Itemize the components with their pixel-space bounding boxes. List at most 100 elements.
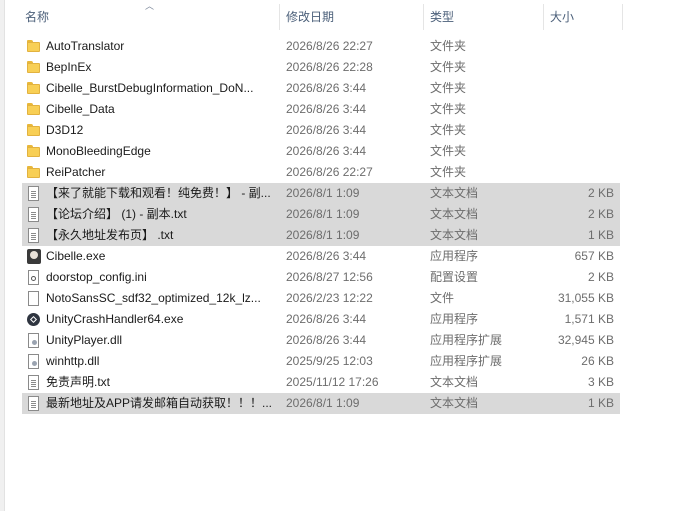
file-row[interactable]: 免责声明.txt 2025/11/12 17:26 文本文档 3 KB <box>22 372 620 393</box>
file-name: AutoTranslator <box>46 39 125 53</box>
column-divider[interactable] <box>543 4 544 30</box>
file-type: 应用程序扩展 <box>430 333 503 347</box>
column-header-size[interactable]: 大小 <box>550 0 615 34</box>
file-type: 文件夹 <box>430 123 467 137</box>
file-row[interactable]: NotoSansSC_sdf32_optimized_12k_lz... 2026… <box>22 288 620 309</box>
file-modified-date: 2026/8/26 3:44 <box>286 312 367 326</box>
file-name: Cibelle.exe <box>46 249 106 263</box>
text-file-icon <box>28 396 39 411</box>
file-type: 文本文档 <box>430 186 479 200</box>
file-modified-date: 2026/8/1 1:09 <box>286 207 360 221</box>
file-name: Cibelle_BurstDebugInformation_DoN... <box>46 81 254 95</box>
file-name: UnityCrashHandler64.exe <box>46 312 184 326</box>
file-row[interactable]: AutoTranslator 2026/8/26 22:27 文件夹 <box>22 36 620 57</box>
file-row[interactable]: 【论坛介绍】 (1) - 副本.txt 2026/8/1 1:09 文本文档 2 KB <box>22 204 620 225</box>
file-row[interactable]: UnityPlayer.dll 2026/8/26 3:44 应用程序扩展 32,94… <box>22 330 620 351</box>
unity-icon <box>27 313 40 326</box>
folder-icon <box>27 123 41 138</box>
file-type: 文本文档 <box>430 396 479 410</box>
file-modified-date: 2026/8/1 1:09 <box>286 396 360 410</box>
column-divider[interactable] <box>622 4 623 30</box>
file-type: 配置设置 <box>430 270 479 284</box>
file-modified-date: 2026/8/26 22:27 <box>286 39 373 53</box>
file-modified-date: 2025/9/25 12:03 <box>286 354 373 368</box>
file-type: 文件夹 <box>430 81 467 95</box>
file-name: 【来了就能下载和观看！纯免费！】 - 副... <box>46 186 271 200</box>
file-type: 文件 <box>430 291 455 305</box>
column-divider[interactable] <box>423 4 424 30</box>
file-name: MonoBleedingEdge <box>46 144 151 158</box>
file-modified-date: 2026/8/26 22:28 <box>286 60 373 74</box>
file-size: 657 KB <box>574 249 614 263</box>
file-row[interactable]: Cibelle_Data 2026/8/26 3:44 文件夹 <box>22 99 620 120</box>
folder-icon <box>27 144 41 159</box>
file-name: 【论坛介绍】 (1) - 副本.txt <box>46 207 187 221</box>
file-name: ReiPatcher <box>46 165 106 179</box>
file-type: 文件夹 <box>430 39 467 53</box>
file-name: BepInEx <box>46 60 92 74</box>
file-name: winhttp.dll <box>46 354 100 368</box>
file-name: 免责声明.txt <box>46 375 111 389</box>
file-size: 2 KB <box>587 207 614 221</box>
file-modified-date: 2026/8/26 3:44 <box>286 81 367 95</box>
file-row[interactable]: UnityCrashHandler64.exe 2026/8/26 3:44 应用程… <box>22 309 620 330</box>
file-modified-date: 2026/8/26 3:44 <box>286 333 367 347</box>
file-name: doorstop_config.ini <box>46 270 147 284</box>
text-file-icon <box>28 207 39 222</box>
file-modified-date: 2026/8/26 3:44 <box>286 249 367 263</box>
file-row[interactable]: MonoBleedingEdge 2026/8/26 3:44 文件夹 <box>22 141 620 162</box>
file-size: 32,945 KB <box>557 333 614 347</box>
file-size: 1 KB <box>587 396 614 410</box>
file-type: 文本文档 <box>430 375 479 389</box>
dll-icon <box>28 354 39 369</box>
file-type: 应用程序扩展 <box>430 354 503 368</box>
dll-icon <box>28 333 39 348</box>
file-row[interactable]: doorstop_config.ini 2026/8/27 12:56 配置设置 2 … <box>22 267 620 288</box>
file-type: 文本文档 <box>430 207 479 221</box>
file-modified-date: 2026/8/26 3:44 <box>286 144 367 158</box>
file-modified-date: 2026/2/23 12:22 <box>286 291 373 305</box>
text-file-icon <box>28 375 39 390</box>
file-modified-date: 2026/8/26 3:44 <box>286 123 367 137</box>
file-size: 1 KB <box>587 228 614 242</box>
file-type: 文件夹 <box>430 144 467 158</box>
file-type: 文件夹 <box>430 60 467 74</box>
file-row[interactable]: BepInEx 2026/8/26 22:28 文件夹 <box>22 57 620 78</box>
file-name: NotoSansSC_sdf32_optimized_12k_lz... <box>46 291 261 305</box>
file-size: 31,055 KB <box>557 291 614 305</box>
column-header-bar: ︿ 名称 修改日期 类型 大小 <box>0 0 695 34</box>
file-row[interactable]: Cibelle.exe 2026/8/26 3:44 应用程序 657 KB <box>22 246 620 267</box>
column-header-date[interactable]: 修改日期 <box>286 0 416 34</box>
file-modified-date: 2026/8/1 1:09 <box>286 186 360 200</box>
file-modified-date: 2026/8/26 22:27 <box>286 165 373 179</box>
file-row[interactable]: ReiPatcher 2026/8/26 22:27 文件夹 <box>22 162 620 183</box>
file-row[interactable]: Cibelle_BurstDebugInformation_DoN... 2026… <box>22 78 620 99</box>
file-size: 1,571 KB <box>564 312 614 326</box>
file-type: 文件夹 <box>430 102 467 116</box>
file-row[interactable]: winhttp.dll 2025/9/25 12:03 应用程序扩展 26 KB <box>22 351 620 372</box>
column-header-type[interactable]: 类型 <box>430 0 535 34</box>
file-row[interactable]: D3D12 2026/8/26 3:44 文件夹 <box>22 120 620 141</box>
file-type: 文件夹 <box>430 165 467 179</box>
file-modified-date: 2026/8/1 1:09 <box>286 228 360 242</box>
text-file-icon <box>28 186 39 201</box>
file-type: 文本文档 <box>430 228 479 242</box>
file-size: 2 KB <box>587 270 614 284</box>
file-name: UnityPlayer.dll <box>46 333 123 347</box>
column-header-name[interactable]: 名称 <box>25 0 275 34</box>
file-name: Cibelle_Data <box>46 102 115 116</box>
column-divider[interactable] <box>279 4 280 30</box>
folder-icon <box>27 81 41 96</box>
left-pane-edge <box>0 0 5 511</box>
file-name: D3D12 <box>46 123 84 137</box>
file-row[interactable]: 【永久地址发布页】 .txt 2026/8/1 1:09 文本文档 1 KB <box>22 225 620 246</box>
file-size: 26 KB <box>581 354 614 368</box>
file-modified-date: 2026/8/27 12:56 <box>286 270 373 284</box>
file-modified-date: 2026/8/26 3:44 <box>286 102 367 116</box>
file-size: 2 KB <box>587 186 614 200</box>
file-modified-date: 2025/11/12 17:26 <box>286 375 379 389</box>
file-row[interactable]: 【来了就能下载和观看！纯免费！】 - 副... 2026/8/1 1:09 文本文档… <box>22 183 620 204</box>
file-name: 最新地址及APP请发邮箱自动获取！！！... <box>46 396 273 410</box>
file-name: 【永久地址发布页】 .txt <box>46 228 174 242</box>
file-row[interactable]: 最新地址及APP请发邮箱自动获取！！！... 2026/8/1 1:09 文本文档 1… <box>22 393 620 414</box>
